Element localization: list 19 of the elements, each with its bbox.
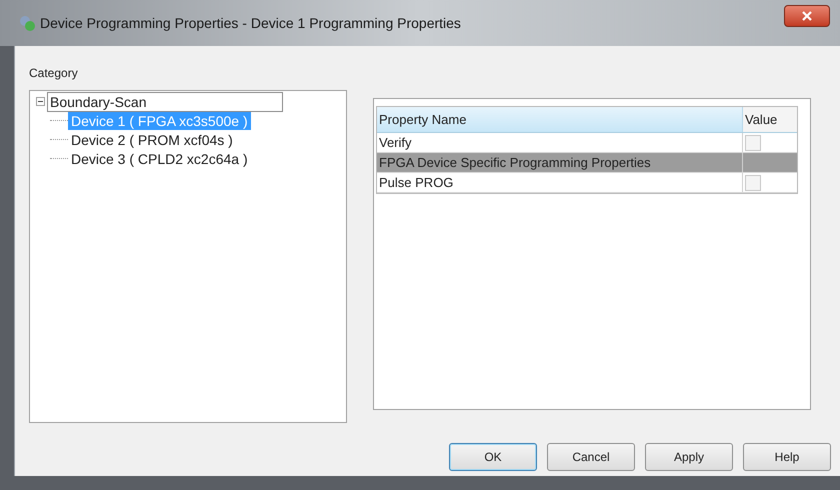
dialog-button[interactable]: Apply	[645, 443, 733, 471]
dialog-button[interactable]: OK	[449, 443, 537, 471]
category-label: Category	[29, 65, 78, 82]
tree-item[interactable]: Boundary-Scan	[47, 92, 283, 112]
property-name-cell: Verify	[377, 133, 743, 152]
dialog-button[interactable]: Cancel	[547, 443, 635, 471]
property-name-cell: FPGA Device Specific Programming Properties	[377, 153, 743, 172]
tree-item[interactable]: Device 3 ( CPLD2 xc2c64a )	[68, 150, 251, 168]
app-icon	[18, 14, 36, 32]
property-name-cell: Pulse PROG	[377, 173, 743, 192]
close-icon	[802, 11, 812, 21]
close-button[interactable]	[784, 5, 830, 27]
tree-item[interactable]: Device 2 ( PROM xcf04s )	[68, 130, 236, 148]
value-checkbox[interactable]	[745, 134, 761, 150]
window-title: Device Programming Properties - Device 1 Programming Properties	[40, 14, 461, 33]
column-header[interactable]: Value	[743, 107, 797, 132]
dialog-button[interactable]: Help	[743, 443, 831, 471]
value-checkbox[interactable]	[745, 174, 761, 190]
collapse-toggle-icon[interactable]	[36, 97, 45, 106]
